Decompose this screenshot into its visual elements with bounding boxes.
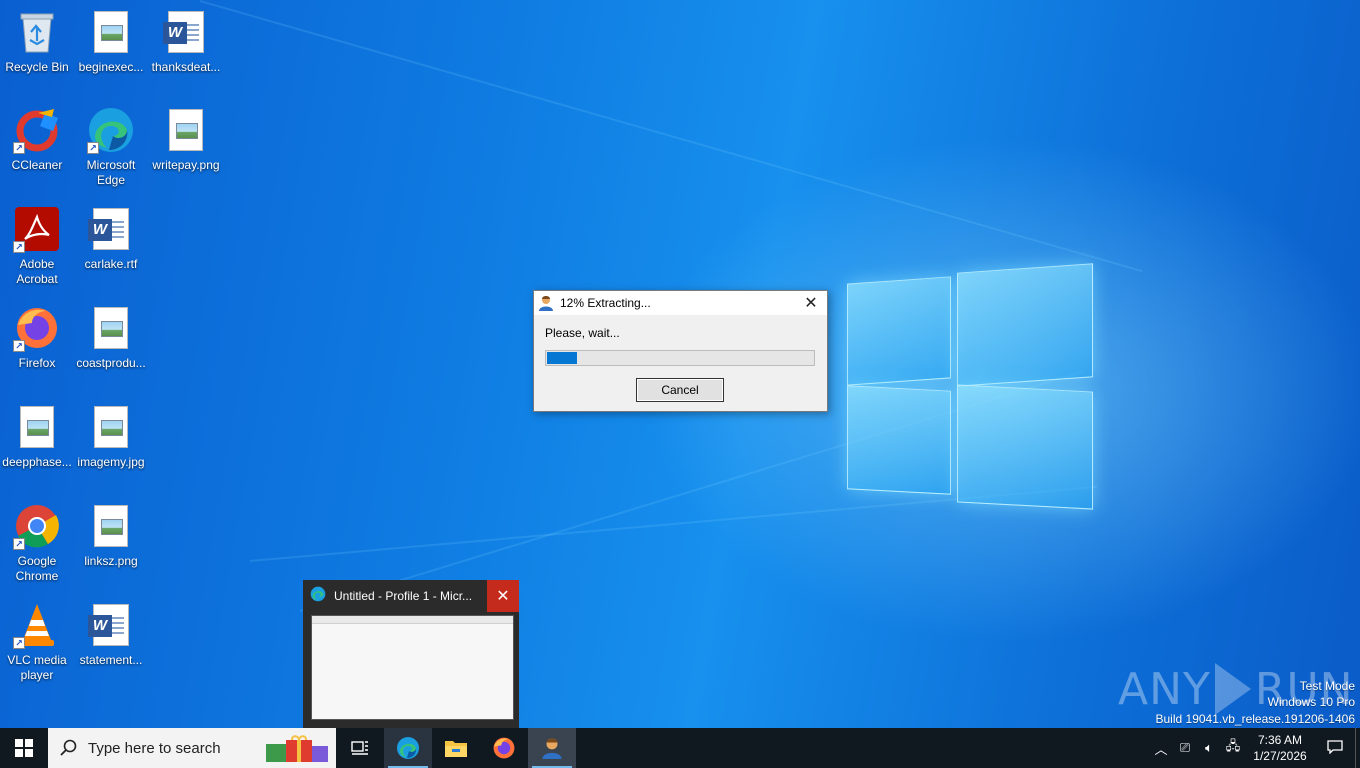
search-icon [60, 739, 77, 756]
meet-now-icon[interactable]: ⎚ [1173, 740, 1197, 756]
dialog-title: 12% Extracting... [560, 296, 651, 310]
play-icon [1214, 663, 1251, 715]
chevron-up-icon[interactable]: ︿ [1149, 739, 1173, 758]
user-app-icon [542, 738, 562, 759]
desktop-icon-google-chrome[interactable]: ↗ Google Chrome [0, 502, 74, 584]
desktop-icon-statement[interactable]: W statement... [74, 601, 148, 668]
search-placeholder: Type here to search [88, 739, 221, 757]
chrome-icon: ↗ [13, 502, 61, 550]
progress-fill [546, 351, 579, 365]
edge-icon [397, 737, 419, 759]
image-file-icon [87, 502, 135, 550]
preview-header: Untitled - Profile 1 - Micr... ✕ [303, 580, 519, 612]
desktop-icon-microsoft-edge[interactable]: ↗ Microsoft Edge [74, 106, 148, 188]
dialog-titlebar[interactable]: 12% Extracting... ✕ [534, 291, 827, 315]
task-view-button[interactable] [336, 728, 384, 768]
desktop-icon-writepay[interactable]: writepay.png [149, 106, 223, 173]
taskbar-firefox[interactable] [480, 728, 528, 768]
windows-logo [845, 258, 1095, 513]
ccleaner-icon: ↗ [13, 106, 61, 154]
desktop: Recycle Bin ↗ CCleaner ↗ Adobe Acrobat ↗… [0, 0, 1360, 728]
gifts-icon [264, 734, 330, 768]
preview-thumbnail[interactable] [311, 615, 514, 720]
edge-window-preview[interactable]: Untitled - Profile 1 - Micr... ✕ [303, 580, 519, 728]
image-file-icon [87, 403, 135, 451]
image-file-icon [87, 8, 135, 56]
clock-time: 7:36 AM [1257, 733, 1303, 747]
preview-close-button[interactable]: ✕ [487, 580, 519, 612]
build-label: Build 19041.vb_release.191206-1406 [1155, 712, 1356, 726]
desktop-icon-vlc[interactable]: ↗ VLC media player [0, 601, 74, 683]
task-view-icon [351, 741, 368, 755]
light-beam [199, 0, 1143, 273]
clock[interactable]: 7:36 AM 1/27/2026 [1245, 732, 1315, 764]
adobe-acrobat-icon: ↗ [13, 205, 61, 253]
volume-icon[interactable]: 🔈︎ [1197, 740, 1221, 756]
clock-date: 1/27/2026 [1253, 749, 1307, 763]
firefox-icon: ↗ [13, 304, 61, 352]
network-icon[interactable]: 🖧︎ [1221, 737, 1245, 759]
preview-title: Untitled - Profile 1 - Micr... [334, 589, 473, 603]
word-file-icon: W [162, 8, 210, 56]
image-file-icon [13, 403, 61, 451]
desktop-icon-coastprodu[interactable]: coastprodu... [74, 304, 148, 371]
test-mode-label: Test Mode [1299, 679, 1355, 693]
user-app-icon [538, 295, 554, 311]
taskbar: Type here to search ︿ ⎚ 🔈︎ 🖧︎ 7:36 AM 1/… [0, 728, 1360, 768]
show-desktop-button[interactable] [1355, 728, 1360, 768]
desktop-icon-recycle-bin[interactable]: Recycle Bin [0, 8, 74, 75]
edge-icon [310, 586, 326, 607]
desktop-icon-firefox[interactable]: ↗ Firefox [0, 304, 74, 371]
word-file-icon: W [87, 601, 135, 649]
desktop-icon-carlake[interactable]: W carlake.rtf [74, 205, 148, 272]
extracting-dialog: 12% Extracting... ✕ Please, wait... Canc… [533, 290, 828, 412]
desktop-icon-thanksdeat[interactable]: W thanksdeat... [149, 8, 223, 75]
progress-bar [545, 350, 815, 366]
desktop-icon-linksz[interactable]: linksz.png [74, 502, 148, 569]
taskbar-edge[interactable] [384, 728, 432, 768]
taskbar-search-box[interactable]: Type here to search [48, 728, 336, 768]
image-file-icon [87, 304, 135, 352]
folder-icon [445, 741, 467, 757]
start-button[interactable] [0, 728, 48, 768]
windows-start-icon [15, 739, 33, 757]
edition-label: Windows 10 Pro [1267, 695, 1355, 709]
image-file-icon [162, 106, 210, 154]
edge-icon: ↗ [87, 106, 135, 154]
system-tray: ︿ ⎚ 🔈︎ 🖧︎ 7:36 AM 1/27/2026 [1149, 728, 1360, 768]
desktop-icon-beginexec[interactable]: beginexec... [74, 8, 148, 75]
cancel-button[interactable]: Cancel [636, 378, 724, 402]
notifications-icon[interactable] [1315, 739, 1355, 757]
recycle-bin-icon [13, 8, 61, 56]
dialog-close-button[interactable]: ✕ [795, 291, 827, 315]
desktop-icon-deepphase[interactable]: deepphase... [0, 403, 74, 470]
desktop-icon-ccleaner[interactable]: ↗ CCleaner [0, 106, 74, 173]
desktop-icon-adobe-acrobat[interactable]: ↗ Adobe Acrobat [0, 205, 74, 287]
desktop-icon-imagemy[interactable]: imagemy.jpg [74, 403, 148, 470]
taskbar-file-explorer[interactable] [432, 728, 480, 768]
word-file-icon: W [87, 205, 135, 253]
firefox-icon [493, 737, 515, 759]
dialog-message: Please, wait... [545, 326, 620, 340]
taskbar-extractor-app[interactable] [528, 728, 576, 768]
vlc-icon: ↗ [13, 601, 61, 649]
